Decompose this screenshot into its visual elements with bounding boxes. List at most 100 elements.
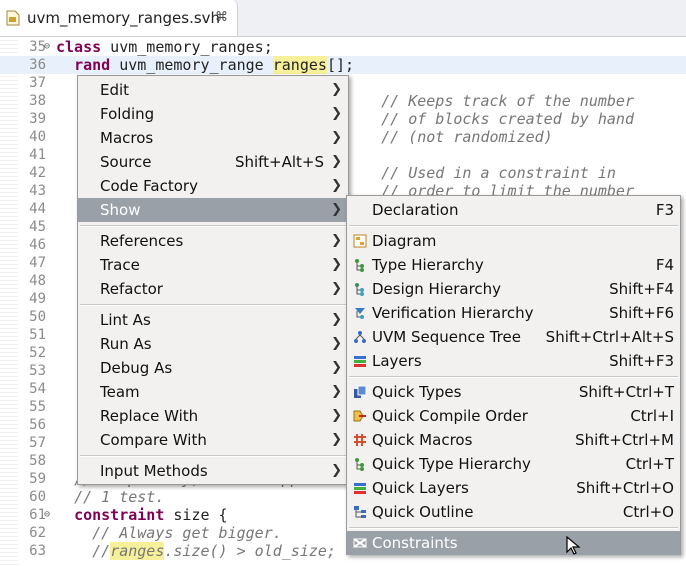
- context-menu-item-debug-as[interactable]: Debug As ❯: [78, 356, 348, 380]
- menu-item-shortcut: Shift+Alt+S: [234, 153, 324, 171]
- submenu-arrow-icon: ❯: [331, 106, 342, 121]
- show-submenu-item-verification-hierarchy[interactable]: Verification Hierarchy Shift+F6: [347, 301, 680, 325]
- menu-item-label: Trace: [100, 256, 140, 274]
- line-number: 42: [29, 165, 46, 181]
- line-number: 44: [29, 201, 46, 217]
- show-submenu-item-quick-type-hierarchy[interactable]: Quick Type Hierarchy Ctrl+T: [347, 452, 680, 476]
- show-submenu-item-constraints[interactable]: Constraints: [347, 531, 680, 555]
- menu-item-shortcut: Shift+Ctrl+T: [578, 383, 674, 401]
- menu-item-shortcut: F4: [655, 256, 674, 274]
- submenu-arrow-icon: ❯: [331, 154, 342, 169]
- tab-title: uvm_memory_ranges.svh: [27, 9, 221, 27]
- context-menu-item-references[interactable]: References ❯: [78, 229, 348, 253]
- show-submenu-item-quick-compile-order[interactable]: Quick Compile Order Ctrl+I: [347, 404, 680, 428]
- code-line[interactable]: 35 ⊖ class uvm_memory_ranges;: [0, 38, 686, 56]
- line-number: 48: [29, 273, 46, 289]
- menu-item-label: Source: [100, 153, 152, 171]
- code-line[interactable]: 36 rand uvm_memory_range ranges[];: [0, 56, 686, 74]
- menu-separator: [80, 455, 346, 457]
- context-menu-item-edit[interactable]: Edit ❯: [78, 78, 348, 102]
- context-menu-item-show[interactable]: Show ❯: [78, 198, 348, 222]
- line-number: 60: [29, 489, 46, 505]
- show-submenu-item-quick-types[interactable]: Quick Types Shift+Ctrl+T: [347, 380, 680, 404]
- menu-item-shortcut: F3: [655, 201, 674, 219]
- context-menu-item-run-as[interactable]: Run As ❯: [78, 332, 348, 356]
- code-text: // 1 test.: [74, 488, 165, 506]
- show-submenu-item-layers[interactable]: Layers Shift+F3: [347, 349, 680, 373]
- context-menu-item-input-methods[interactable]: Input Methods ❯: [78, 459, 348, 483]
- menu-item-label: Type Hierarchy: [372, 256, 484, 274]
- menu-item-label: Compare With: [100, 431, 207, 449]
- context-menu-item-code-factory[interactable]: Code Factory ❯: [78, 174, 348, 198]
- menu-item-label: Run As: [100, 335, 152, 353]
- context-menu-item-folding[interactable]: Folding ❯: [78, 102, 348, 126]
- context-menu-item-lint-as[interactable]: Lint As ❯: [78, 308, 348, 332]
- line-number: 36: [29, 57, 46, 73]
- menu-item-shortcut: Shift+F3: [609, 352, 674, 370]
- line-number: 61: [29, 507, 46, 523]
- context-menu-item-team[interactable]: Team ❯: [78, 380, 348, 404]
- menu-separator: [349, 527, 678, 529]
- submenu-arrow-icon: ❯: [331, 233, 342, 248]
- submenu-arrow-icon: ❯: [331, 408, 342, 423]
- type-hierarchy-icon: [355, 259, 364, 272]
- menu-item-label: Team: [100, 383, 140, 401]
- menu-item-label: Refactor: [100, 280, 163, 298]
- code-text: class uvm_memory_ranges;: [56, 38, 273, 56]
- menu-item-label: Replace With: [100, 407, 199, 425]
- menu-item-label: Quick Layers: [372, 479, 469, 497]
- uvm-sequence-tree-icon: [354, 331, 366, 343]
- submenu-arrow-icon: ❯: [331, 130, 342, 145]
- context-menu-item-source[interactable]: Source Shift+Alt+S ❯: [78, 150, 348, 174]
- submenu-arrow-icon: ❯: [331, 384, 342, 399]
- menu-item-label: Quick Types: [372, 383, 462, 401]
- code-text: rand uvm_memory_range ranges[];: [74, 56, 355, 74]
- code-text: // Always get bigger.: [92, 524, 282, 542]
- show-submenu-item-diagram[interactable]: Diagram: [347, 229, 680, 253]
- menu-item-label: UVM Sequence Tree: [372, 328, 521, 346]
- type-hierarchy-icon: [355, 458, 364, 471]
- submenu-arrow-icon: ❯: [331, 432, 342, 447]
- line-number: 58: [29, 453, 46, 469]
- mouse-cursor-icon: [566, 536, 581, 555]
- submenu-arrow-icon: ❯: [331, 202, 342, 217]
- show-submenu-item-quick-layers[interactable]: Quick Layers Shift+Ctrl+O: [347, 476, 680, 500]
- menu-item-shortcut: Shift+F4: [609, 280, 674, 298]
- menu-item-label: Quick Outline: [372, 503, 474, 521]
- line-number: 40: [29, 129, 46, 145]
- line-number: 43: [29, 183, 46, 199]
- line-number: 37: [29, 75, 46, 91]
- code-text: //ranges.size() > old_size;: [92, 542, 336, 560]
- context-menu-item-replace-with[interactable]: Replace With ❯: [78, 404, 348, 428]
- line-number: 55: [29, 399, 46, 415]
- context-menu-item-compare-with[interactable]: Compare With ❯: [78, 428, 348, 452]
- context-menu-item-refactor[interactable]: Refactor ❯: [78, 277, 348, 301]
- show-submenu-item-declaration[interactable]: Declaration F3: [347, 198, 680, 222]
- line-number: 54: [29, 381, 46, 397]
- fold-toggle-icon[interactable]: ⊖: [44, 38, 50, 56]
- show-submenu-item-quick-outline[interactable]: Quick Outline Ctrl+O: [347, 500, 680, 524]
- line-number: 51: [29, 327, 46, 343]
- line-number: 46: [29, 237, 46, 253]
- menu-item-label: Quick Type Hierarchy: [372, 455, 531, 473]
- show-submenu-item-type-hierarchy[interactable]: Type Hierarchy F4: [347, 253, 680, 277]
- context-menu-item-macros[interactable]: Macros ❯: [78, 126, 348, 150]
- menu-item-label: Declaration: [372, 201, 459, 219]
- menu-item-label: Edit: [100, 81, 130, 99]
- menu-item-label: Verification Hierarchy: [372, 304, 534, 322]
- fold-toggle-icon[interactable]: ⊖: [44, 506, 50, 524]
- context-menu-item-trace[interactable]: Trace ❯: [78, 253, 348, 277]
- show-submenu-item-uvm-sequence-tree[interactable]: UVM Sequence Tree Shift+Ctrl+Alt+S: [347, 325, 680, 349]
- show-submenu-item-design-hierarchy[interactable]: Design Hierarchy Shift+F4: [347, 277, 680, 301]
- layers-icon: [354, 483, 366, 494]
- diagram-icon: [353, 234, 367, 248]
- editor-tab[interactable]: uvm_memory_ranges.svh ⌘: [0, 0, 238, 36]
- menu-item-shortcut: Ctrl+O: [622, 503, 674, 521]
- close-icon[interactable]: ⌘: [215, 10, 228, 25]
- show-submenu-item-quick-macros[interactable]: Quick Macros Shift+Ctrl+M: [347, 428, 680, 452]
- line-number: 39: [29, 111, 46, 127]
- menu-separator: [80, 225, 346, 227]
- menu-item-label: Lint As: [100, 311, 151, 329]
- submenu-arrow-icon: ❯: [331, 312, 342, 327]
- menu-item-label: Diagram: [372, 232, 437, 250]
